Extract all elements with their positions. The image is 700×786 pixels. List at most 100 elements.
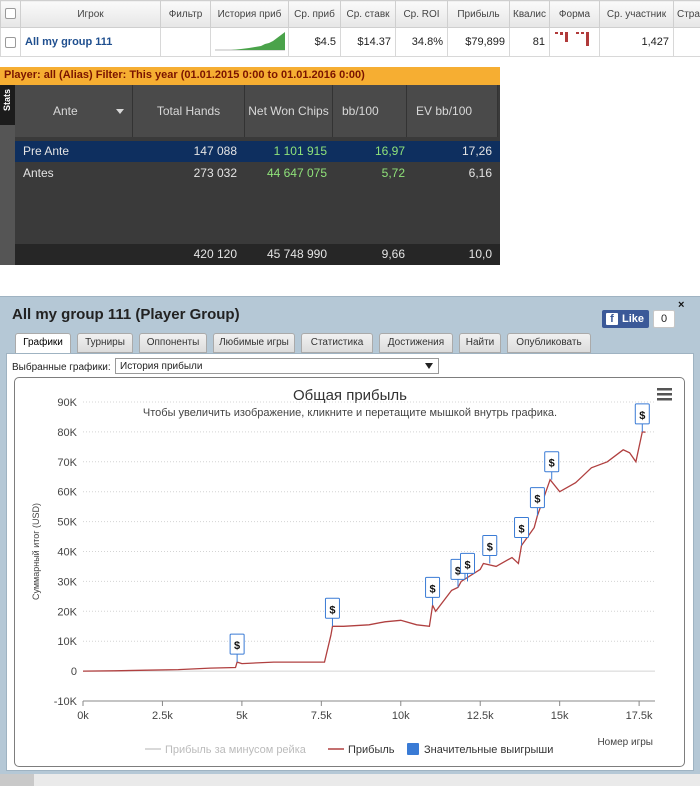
hamburger-menu-icon	[657, 398, 672, 401]
x-tick-label: 12.5k	[467, 710, 494, 722]
chevron-down-icon[interactable]	[425, 363, 433, 369]
col-avg-stake[interactable]: Ср. ставк	[340, 0, 396, 28]
tab-publish[interactable]: Опубликовать	[507, 333, 591, 353]
cell-avg-entrants: 1,427	[599, 27, 674, 57]
player-group-window: All my group 111 (Player Group) × f Like …	[0, 296, 700, 774]
close-icon[interactable]: ×	[678, 299, 684, 311]
window-title: All my group 111 (Player Group)	[12, 306, 240, 323]
stats-tab-label: Stats	[2, 88, 12, 111]
sparkline-area	[215, 32, 285, 50]
cell-filter	[160, 27, 211, 57]
stats-row-pre-ante[interactable]: Pre Ante 147 088 1 101 915 16,97 17,26	[15, 141, 500, 162]
stats-col-ante[interactable]: Ante	[15, 85, 133, 137]
facebook-icon: f	[606, 313, 618, 325]
tab-achievements[interactable]: Достижения	[379, 333, 453, 353]
form-chart	[555, 32, 589, 46]
x-tick-label: 5k	[236, 710, 248, 722]
big-win-label: $	[639, 410, 645, 422]
stats-side-rail	[0, 125, 15, 265]
col-filter[interactable]: Фильтр	[160, 0, 211, 28]
x-tick-label: 7.5k	[311, 710, 332, 722]
totals-ev-bb100: 10,0	[468, 247, 492, 261]
horizontal-scrollbar[interactable]	[0, 774, 700, 786]
checkbox-icon[interactable]	[5, 36, 16, 48]
y-tick-label: 40K	[57, 547, 77, 559]
legend-item-net-rake: Прибыль за минусом рейка	[165, 744, 307, 756]
tab-favorite-games[interactable]: Любимые игры	[213, 333, 295, 353]
chart-selector-dropdown[interactable]: История прибыли	[115, 358, 439, 374]
stats-row-ev-bb100: 6,16	[468, 166, 492, 180]
row-select[interactable]	[0, 27, 21, 57]
stats-row-name: Pre Ante	[23, 144, 70, 158]
scrollbar-thumb[interactable]	[0, 774, 34, 786]
facebook-like-button[interactable]: f Like	[602, 310, 649, 328]
y-tick-label: -10K	[54, 696, 78, 708]
stats-col-bb100[interactable]: bb/100	[333, 85, 407, 137]
col-avg-entrants[interactable]: Ср. участник	[599, 0, 674, 28]
hamburger-menu-icon	[657, 393, 672, 396]
date-filter-label: Filter: This year (01.01.2015 0:00 to 01…	[95, 69, 365, 81]
stats-row-ev-bb100: 17,26	[461, 144, 492, 158]
col-qual[interactable]: Квалис	[509, 0, 550, 28]
y-tick-label: 60K	[57, 487, 77, 499]
stats-row-hands: 273 032	[193, 166, 237, 180]
stats-col-ev-bb100[interactable]: EV bb/100	[407, 85, 498, 137]
totals-net-won: 45 748 990	[266, 247, 327, 261]
col-player[interactable]: Игрок	[20, 0, 161, 28]
chart-subtitle: Чтобы увеличить изображение, кликните и …	[143, 407, 557, 419]
col-avg-roi[interactable]: Ср. ROI	[395, 0, 448, 28]
y-tick-label: 90K	[57, 397, 77, 409]
tab-find[interactable]: Найти	[459, 333, 501, 353]
sparkline-chart	[215, 32, 285, 51]
cell-country	[673, 27, 700, 57]
y-tick-label: 80K	[57, 427, 77, 439]
big-win-label: $	[518, 524, 524, 536]
col-avg-profit[interactable]: Ср. приб	[288, 0, 341, 28]
grid-header-row: Игрок Фильтр История приб Ср. приб Ср. с…	[0, 0, 700, 28]
col-country[interactable]: Стра	[673, 0, 700, 28]
stats-row-antes[interactable]: Antes 273 032 44 647 075 5,72 6,16	[15, 163, 500, 184]
chart-title: Общая прибыль	[293, 387, 407, 404]
big-win-label: $	[329, 604, 335, 616]
x-tick-label: 10k	[392, 710, 410, 722]
y-tick-label: 50K	[57, 517, 77, 529]
x-axis-label: Номер игры	[597, 737, 653, 748]
big-win-label: $	[234, 640, 240, 652]
big-win-label: $	[487, 541, 493, 553]
tab-charts[interactable]: Графики	[15, 333, 71, 354]
like-label: Like	[622, 313, 645, 325]
stats-col-total-hands[interactable]: Total Hands	[133, 85, 245, 137]
chart-selector-label: Выбранные графики:	[12, 362, 111, 373]
cell-avg-roi: 34.8%	[395, 27, 448, 57]
header-select-all[interactable]	[0, 0, 21, 28]
table-row[interactable]: All my group 111 $4.5 $14.37 34.8% $79,8…	[0, 27, 700, 57]
charts-tab-content: Выбранные графики: История прибыли Общая…	[6, 353, 694, 771]
y-tick-label: 0	[71, 666, 77, 678]
big-win-label: $	[549, 458, 555, 470]
stats-totals-row: 420 120 45 748 990 9,66 10,0	[15, 244, 500, 265]
stats-row-net-won: 1 101 915	[273, 144, 327, 158]
results-grid: Игрок Фильтр История приб Ср. приб Ср. с…	[0, 0, 700, 57]
stats-row-net-won: 44 647 075	[266, 166, 327, 180]
chart-selector-value: История прибыли	[120, 361, 203, 372]
stats-row-bb100: 5,72	[381, 166, 405, 180]
tab-tournaments[interactable]: Турниры	[77, 333, 133, 353]
dropdown-arrow-icon[interactable]	[116, 109, 124, 114]
tab-statistics[interactable]: Статистика	[301, 333, 373, 353]
checkbox-icon[interactable]	[5, 8, 16, 20]
cell-qual: 81	[509, 27, 550, 57]
legend-symbol-big-wins	[407, 743, 419, 755]
tab-opponents[interactable]: Оппоненты	[139, 333, 207, 353]
profit-chart-frame[interactable]: Общая прибыль Чтобы увеличить изображение…	[14, 377, 685, 767]
stats-col-net-won[interactable]: Net Won Chips	[245, 85, 333, 137]
col-profit[interactable]: Прибыль	[447, 0, 510, 28]
hamburger-menu-icon	[657, 388, 672, 391]
col-form[interactable]: Форма	[549, 0, 600, 28]
profit-sparkline	[210, 27, 289, 57]
x-tick-label: 15k	[551, 710, 569, 722]
profit-chart[interactable]: Общая прибыль Чтобы увеличить изображение…	[15, 378, 686, 768]
stats-side-tab[interactable]: Stats	[0, 85, 15, 125]
legend-item-profit: Прибыль	[348, 744, 395, 756]
player-link[interactable]: All my group 111	[20, 27, 161, 57]
col-profit-history[interactable]: История приб	[210, 0, 289, 28]
